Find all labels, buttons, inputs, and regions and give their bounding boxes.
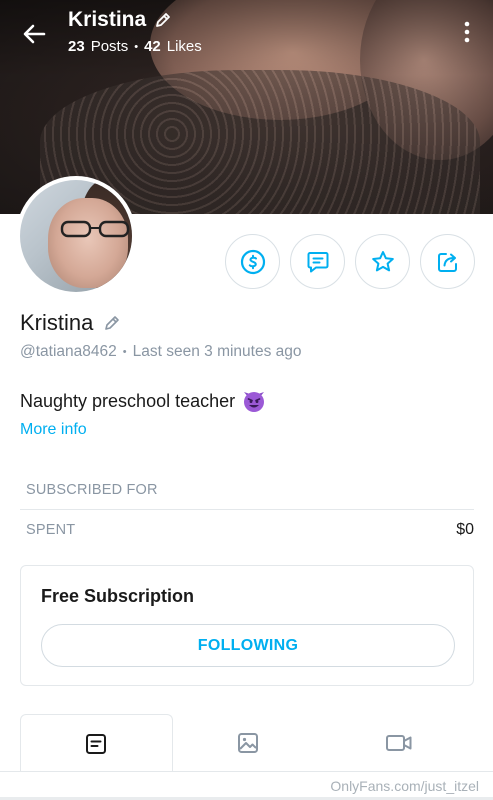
posts-icon — [86, 733, 107, 754]
following-button[interactable]: FOLLOWING — [41, 624, 455, 667]
image-icon — [238, 732, 258, 753]
smiling-devil-icon — [244, 392, 265, 412]
tabs-divider — [0, 771, 493, 772]
tab-posts[interactable] — [20, 714, 173, 772]
profile-name: Kristina — [20, 310, 94, 335]
stat-row-subscribed-for: SUBSCRIBED FOR — [20, 470, 474, 510]
profile-bio: Naughty preschool teacher — [20, 388, 267, 414]
stat-label: SPENT — [26, 522, 76, 538]
arrow-left-icon — [23, 24, 46, 44]
video-icon — [385, 734, 412, 751]
content-tabs — [20, 714, 475, 772]
avatar[interactable] — [16, 176, 136, 296]
subscription-stats: SUBSCRIBED FOR SPENT $0 — [20, 470, 474, 550]
stat-label: SUBSCRIBED FOR — [26, 481, 158, 498]
message-icon — [307, 251, 328, 272]
more-vertical-icon — [464, 21, 470, 43]
message-button[interactable] — [290, 234, 345, 289]
profile-actions — [225, 234, 475, 289]
share-icon — [437, 252, 457, 272]
back-button[interactable] — [18, 18, 50, 50]
meta-separator: • — [122, 346, 127, 358]
likes-label: Likes — [166, 38, 202, 55]
edit-icon[interactable] — [154, 11, 172, 29]
profile-meta: @tatiana8462 • Last seen 3 minutes ago — [20, 343, 302, 361]
subscription-card: Free Subscription FOLLOWING — [20, 565, 474, 686]
posts-count: 23 — [68, 38, 85, 55]
likes-count: 42 — [144, 38, 161, 55]
stats-separator: • — [134, 40, 139, 53]
profile-handle: @tatiana8462 — [20, 343, 117, 360]
tip-button[interactable] — [225, 234, 280, 289]
dollar-icon — [240, 249, 265, 274]
tab-videos[interactable] — [323, 714, 475, 772]
header-stats: 23 Posts • 42 Likes — [68, 38, 202, 55]
header-name: Kristina — [68, 8, 147, 31]
more-options-button[interactable] — [457, 18, 477, 46]
profile-name-row: Kristina — [20, 310, 121, 336]
last-seen: Last seen 3 minutes ago — [132, 343, 302, 360]
edit-icon[interactable] — [103, 314, 121, 332]
bio-text: Naughty preschool teacher — [20, 390, 236, 411]
stat-row-spent: SPENT $0 — [20, 510, 474, 550]
watermark: OnlyFans.com/just_itzel — [330, 778, 479, 794]
tab-media[interactable] — [172, 714, 324, 772]
posts-label: Posts — [90, 38, 129, 55]
header-title: Kristina — [68, 8, 172, 32]
favorite-button[interactable] — [355, 234, 410, 289]
subscription-title: Free Subscription — [41, 586, 195, 606]
star-icon — [371, 250, 394, 271]
more-info-link[interactable]: More info — [20, 421, 87, 439]
stat-value: $0 — [456, 521, 474, 538]
share-button[interactable] — [420, 234, 475, 289]
